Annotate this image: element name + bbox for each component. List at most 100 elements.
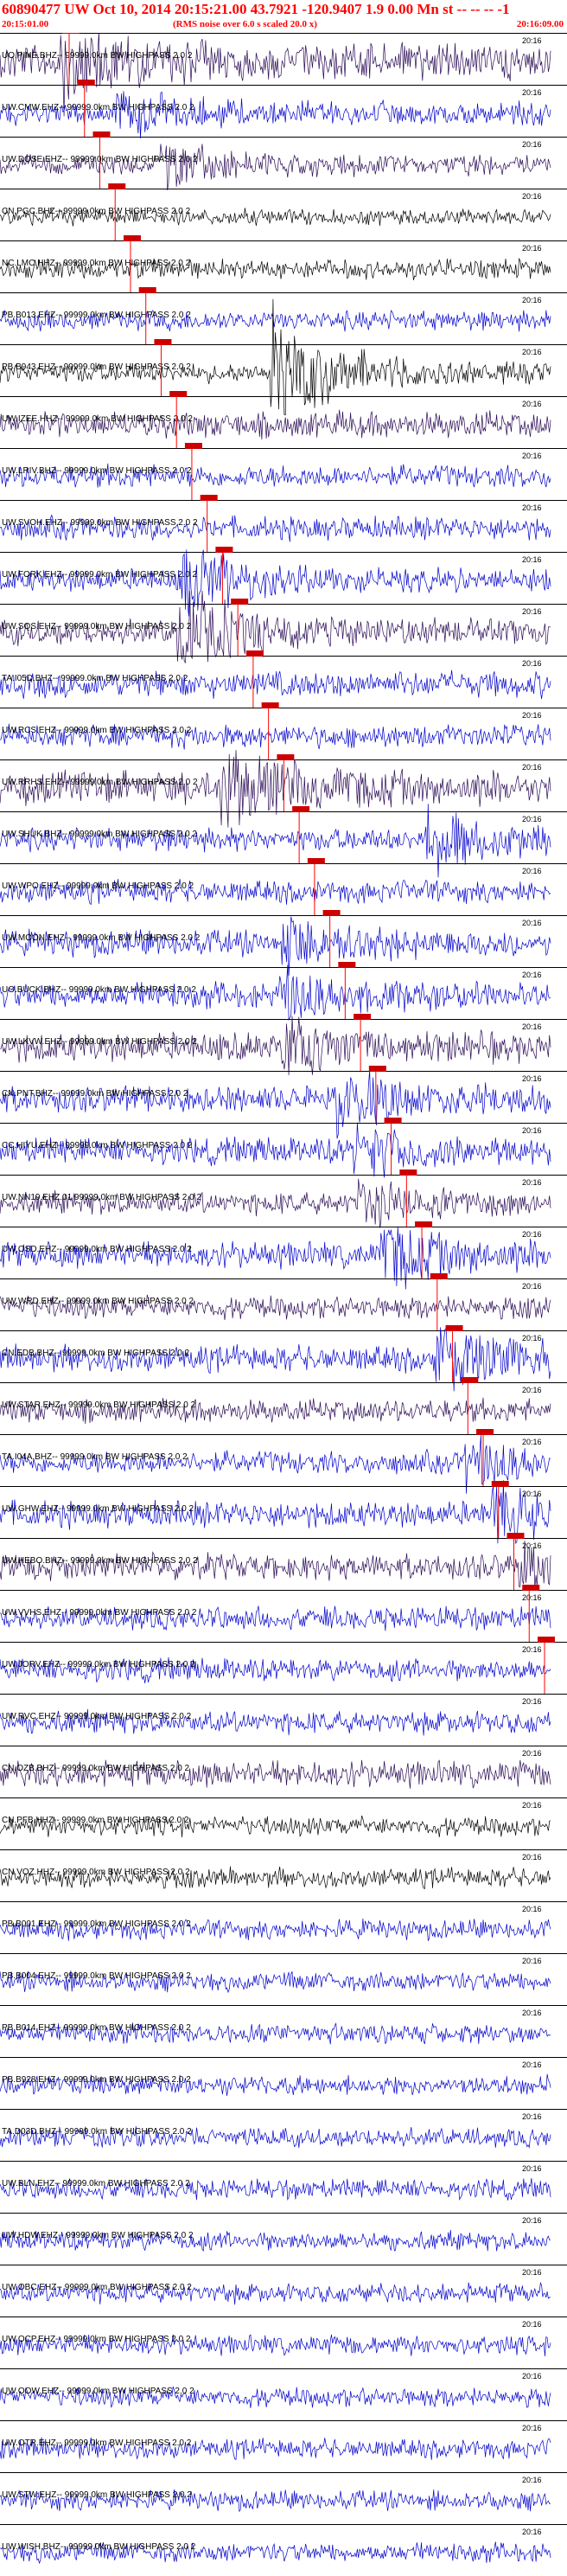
trace-label: NC.LMC.HHZ-- 99999.0km BW HIGHPASS 2.0 2 — [2, 259, 191, 268]
waveform-trace — [0, 804, 551, 878]
pick-marker — [368, 1066, 386, 1072]
trace-label: UW.SQS.EHZ-- 99999.0km BW HIGHPASS 2.0 2 — [2, 622, 192, 631]
trace-label: UW.OCP.EHZ-- 99999.0km BW HIGHPASS 2.0 2 — [2, 2335, 191, 2344]
trace-label: PB.B943.EHZ-- 99999.0km BW HIGHPASS 2.0 … — [2, 362, 191, 372]
trace-label: PB.B001.EHZ-- 99999.0km BW HIGHPASS 2.0 … — [2, 1919, 191, 1929]
trace-label: UW.LKVW.EHZ-- 99999.0km BW HIGHPASS 2.0 … — [2, 1037, 197, 1047]
pick-marker — [506, 1533, 525, 1539]
trace-label: UW.SVOH.EHZ-- 99999.0km BW HIGHPASS 2.0 … — [2, 518, 198, 528]
trace-end-time: 20:16 — [522, 2216, 542, 2225]
trace-end-time: 20:16 — [522, 1282, 542, 1291]
trace-end-time: 20:16 — [522, 88, 542, 97]
trace-end-time: 20:16 — [522, 1334, 542, 1342]
trace-end-time: 20:16 — [522, 1957, 542, 1965]
trace-label: UW.WISH.BHZ-- 99999.0km BW HIGHPASS 2.0 … — [2, 2542, 196, 2552]
trace-label: UW.NN19.EHZ.01 99999.0km BW HIGHPASS 2.0… — [2, 1193, 201, 1202]
trace-label: UW.STAR.EHZ-- 99999.0km BW HIGHPASS 2.0 … — [2, 1400, 196, 1410]
pick-marker — [384, 1118, 402, 1124]
trace-label: UW.OSD.EHZ-- 99999.0km BW HIGHPASS 2.0 2 — [2, 1245, 192, 1254]
trace-label: UW.JORV.EHZ-- 99999.0km BW HIGHPASS 2.0 … — [2, 1660, 195, 1669]
trace-label: CN.PFB.HHZ-- 99999.0km BW HIGHPASS 2.0 2 — [2, 1816, 189, 1825]
trace-end-time: 20:16 — [522, 1541, 542, 1550]
trace-end-time: 20:16 — [522, 607, 542, 616]
trace-end-time: 20:16 — [522, 452, 542, 460]
trace-label: CN.VOZ.HHZ-- 99999.0km BW HIGHPASS 2.0 2 — [2, 1868, 190, 1877]
pick-marker — [491, 1481, 509, 1487]
waveform-trace — [0, 91, 551, 138]
trace-end-time: 20:16 — [522, 1749, 542, 1758]
trace-end-time: 20:16 — [522, 36, 542, 45]
trace-end-time: 20:16 — [522, 503, 542, 512]
trace-label: PB.B004.EHZ-- 99999.0km BW HIGHPASS 2.0 … — [2, 1971, 191, 1981]
trace-label: CN.EDB.BHZ-- 99999.0km BW HIGHPASS 2.0 2 — [2, 1349, 190, 1358]
trace-label: UW.RVC.EHZ-- 99999.0km BW HIGHPASS 2.0 2 — [2, 1712, 192, 1721]
trace-end-time: 20:16 — [522, 815, 542, 823]
pick-marker — [338, 962, 356, 968]
trace-label: TA.I04A.BHZ-- 99999.0km BW HIGHPASS 2.0 … — [2, 1452, 188, 1462]
trace-label: PB.B013.EHZ-- 99999.0km BW HIGHPASS 2.0 … — [2, 311, 191, 320]
trace-label: CC.HIYU.EHZ-- 99999.0km BW HIGHPASS 2.0 … — [2, 1141, 193, 1150]
pick-marker — [445, 1325, 463, 1331]
trace-label: UW.IZEE.HHZ-- 99999.0km BW HIGHPASS 2.0 … — [2, 414, 193, 424]
trace-end-time: 20:16 — [522, 1853, 542, 1862]
trace-end-time: 20:16 — [522, 919, 542, 927]
trace-label: UO.BUCK.BHZ-- 99999.0km BW HIGHPASS 2.0 … — [2, 985, 196, 995]
pick-marker — [184, 443, 202, 449]
trace-end-time: 20:16 — [522, 971, 542, 979]
waveform-trace — [0, 549, 551, 617]
pick-marker — [245, 650, 264, 657]
trace-end-time: 20:16 — [522, 1438, 542, 1446]
trace-end-time: 20:16 — [522, 2112, 542, 2121]
pick-marker — [108, 183, 126, 189]
trace-end-time: 20:16 — [522, 2528, 542, 2536]
trace-end-time: 20:16 — [522, 1490, 542, 1498]
trace-label: UW.VVHS.EHZ-- 99999.0km BW HIGHPASS 2.0 … — [2, 1608, 197, 1618]
trace-end-time: 20:16 — [522, 140, 542, 149]
waveform-trace — [0, 1069, 551, 1139]
pick-marker — [307, 858, 325, 864]
trace-label: UW.HEBO.BHZ-- 99999.0km BW HIGHPASS 2.0 … — [2, 1556, 198, 1566]
pick-marker — [430, 1273, 448, 1279]
start-time: 20:15:01.00 — [2, 19, 49, 29]
pick-marker — [92, 131, 111, 138]
trace-end-time: 20:16 — [522, 1178, 542, 1187]
trace-label: UW.OBC.EHZ-- 99999.0km BW HIGHPASS 2.0 2 — [2, 2283, 192, 2292]
pick-marker — [261, 702, 279, 708]
trace-end-time: 20:16 — [522, 1386, 542, 1394]
header: 60890477 UW Oct 10, 2014 20:15:21.00 43.… — [0, 0, 567, 33]
waveform-trace — [0, 144, 551, 191]
rms-note: (RMS noise over 6.0 s scaled 20.0 x) — [173, 19, 317, 29]
trace-label: UW.RCS.EHZ-- 99999.0km BW HIGHPASS 2.0 2 — [2, 726, 192, 735]
pick-marker — [476, 1429, 494, 1435]
trace-label: CN.PGC.BHZ-- 99999.0km BW HIGHPASS 2.0 2 — [2, 207, 191, 216]
trace-end-time: 20:16 — [522, 244, 542, 253]
pick-marker — [415, 1221, 433, 1227]
trace-end-time: 20:16 — [522, 867, 542, 875]
trace-end-time: 20:16 — [522, 2268, 542, 2277]
trace-end-time: 20:16 — [522, 711, 542, 720]
event-title: 60890477 UW Oct 10, 2014 20:15:21.00 43.… — [2, 1, 510, 17]
trace-label: UW.FORK.EHZ-- 99999.0km BW HIGHPASS 2.0 … — [2, 570, 197, 580]
trace-end-time: 20:16 — [522, 296, 542, 304]
waveform-trace — [0, 1435, 551, 1494]
trace-end-time: 20:16 — [522, 2424, 542, 2432]
pick-marker — [322, 910, 341, 916]
pick-marker — [354, 1014, 372, 1020]
trace-label: UW.WRD.EHZ-- 99999.0km BW HIGHPASS 2.0 2 — [2, 1297, 194, 1306]
waveform-trace — [0, 1226, 551, 1290]
trace-label: UW.OOW.EHZ-- 99999.0km BW HIGHPASS 2.0 2 — [2, 2387, 194, 2396]
pick-marker — [231, 599, 249, 605]
pick-marker — [77, 80, 95, 86]
trace-end-time: 20:16 — [522, 1905, 542, 1913]
trace-end-time: 20:16 — [522, 400, 542, 408]
trace-label: UO.PINE.BHZ-- 99999.0km BW HIGHPASS 2.0 … — [2, 51, 193, 61]
trace-end-time: 20:16 — [522, 763, 542, 772]
trace-label: CN.PNT.BHZ-- 99999.0km BW HIGHPASS 2.0 2 — [2, 1089, 188, 1099]
trace-label: UW.MOON.EHZ-- 99999.0km BW HIGHPASS 2.0 … — [2, 933, 201, 943]
trace-label: UW.LRIV.BHZ-- 99999.0km BW HIGHPASS 2.0 … — [2, 466, 192, 476]
trace-label: UW.HDW.EHZ-- 99999.0km BW HIGHPASS 2.0 2 — [2, 2231, 194, 2240]
pick-marker — [154, 339, 172, 345]
trace-end-time: 20:16 — [522, 1645, 542, 1654]
trace-label: UW.SHUK.BHZ-- 99999.0km BW HIGHPASS 2.0 … — [2, 830, 197, 839]
trace-end-time: 20:16 — [522, 1230, 542, 1239]
